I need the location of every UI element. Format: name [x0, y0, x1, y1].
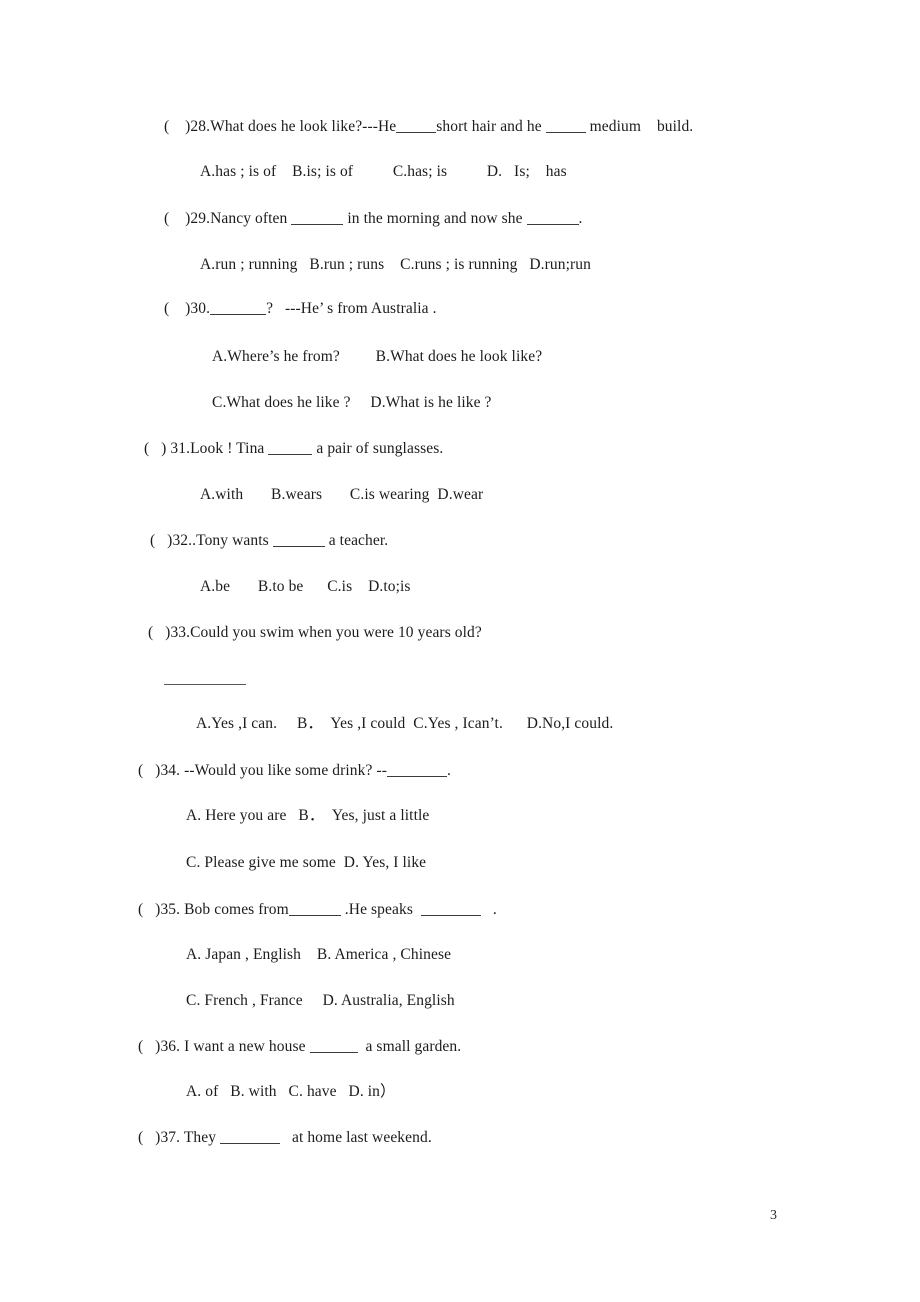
question-34-options-ab: A. Here you are B． Yes, just a little: [186, 807, 430, 824]
question-28-stem-part-1: ( )28.What does he look like?---He: [164, 118, 397, 135]
answer-blank[interactable]: [268, 442, 313, 455]
question-29-options: A.run ; running B.run ; runs C.runs ; is…: [200, 256, 591, 273]
question-35-stem: ( )35. Bob comes from .He speaks .: [138, 900, 497, 919]
question-34-stem: ( )34. --Would you like some drink? --.: [138, 761, 451, 780]
question-29-stem-part-2: in the morning and now she: [343, 210, 527, 227]
question-30-options-cd: C.What does he like ? D.What is he like …: [212, 394, 492, 411]
answer-blank[interactable]: [386, 764, 447, 777]
question-29-stem-part-3: .: [578, 210, 583, 227]
question-36-options: A. of B. with C. have D. in）: [186, 1083, 396, 1100]
answer-blank[interactable]: [545, 120, 586, 133]
question-29-stem: ( )29.Nancy often in the morning and now…: [164, 209, 583, 228]
answer-blank[interactable]: [288, 903, 341, 916]
question-33-stem: ( )33.Could you swim when you were 10 ye…: [148, 624, 482, 641]
question-32-options: A.be B.to be C.is D.to;is: [200, 578, 411, 595]
answer-blank[interactable]: [526, 212, 579, 225]
question-36-stem: ( )36. I want a new house a small garden…: [138, 1037, 461, 1056]
question-32-stem-part-2: a teacher.: [324, 532, 389, 549]
question-35-options-cd: C. French , France D. Australia, English: [186, 992, 455, 1009]
question-34-stem-part-1: ( )34. --Would you like some drink? --: [138, 762, 387, 779]
question-31-stem: ( ) 31.Look ! Tina a pair of sunglasses.: [144, 439, 443, 458]
question-30-stem: ( )30. ? ---He’ s from Australia .: [164, 299, 437, 318]
question-28-stem-part-3: medium build.: [585, 118, 694, 135]
question-30-stem-part-1: ( )30.: [164, 300, 211, 317]
question-32-stem-part-1: ( )32..Tony wants: [150, 532, 273, 549]
answer-blank[interactable]: [210, 302, 267, 315]
question-28-options: A.has ; is of B.is; is of C.has; is D. I…: [200, 163, 567, 180]
question-37-stem: ( )37. They at home last weekend.: [138, 1128, 432, 1147]
answer-blank[interactable]: [309, 1040, 358, 1053]
question-31-stem-part-1: ( ) 31.Look ! Tina: [144, 440, 269, 457]
question-28-stem-part-2: short hair and he: [436, 118, 546, 135]
answer-blank[interactable]: [272, 534, 325, 547]
question-32-stem: ( )32..Tony wants a teacher.: [150, 531, 388, 550]
question-37-stem-part-2: at home last weekend.: [280, 1129, 432, 1146]
question-35-stem-part-3: .: [480, 901, 497, 918]
question-30-options-ab: A.Where’s he from? B.What does he look l…: [212, 348, 543, 365]
question-35-stem-part-1: ( )35. Bob comes from: [138, 901, 289, 918]
answer-blank[interactable]: [396, 120, 437, 133]
answer-write-in-rule[interactable]: [164, 684, 246, 685]
question-30-stem-part-2: ? ---He’ s from Australia .: [266, 300, 437, 317]
question-28-stem: ( )28.What does he look like?---He short …: [164, 117, 693, 136]
question-35-stem-part-2: .He speaks: [340, 901, 421, 918]
page-number: 3: [770, 1208, 777, 1223]
document-page: ( )28.What does he look like?---He short …: [0, 0, 920, 1302]
question-37-stem-part-1: ( )37. They: [138, 1129, 221, 1146]
answer-blank[interactable]: [291, 212, 344, 225]
question-34-stem-part-2: .: [446, 762, 451, 779]
question-36-stem-part-1: ( )36. I want a new house: [138, 1038, 310, 1055]
answer-blank[interactable]: [220, 1131, 281, 1144]
question-33-options: A.Yes ,I can. B． Yes ,I could C.Yes , Ic…: [196, 715, 614, 732]
question-29-stem-part-1: ( )29.Nancy often: [164, 210, 292, 227]
question-31-stem-part-2: a pair of sunglasses.: [312, 440, 444, 457]
question-35-options-ab: A. Japan , English B. America , Chinese: [186, 946, 452, 963]
question-36-stem-part-2: a small garden.: [357, 1038, 462, 1055]
question-34-options-cd: C. Please give me some D. Yes, I like: [186, 854, 427, 871]
question-31-options: A.with B.wears C.is wearing D.wear: [200, 486, 484, 503]
answer-blank[interactable]: [420, 903, 481, 916]
